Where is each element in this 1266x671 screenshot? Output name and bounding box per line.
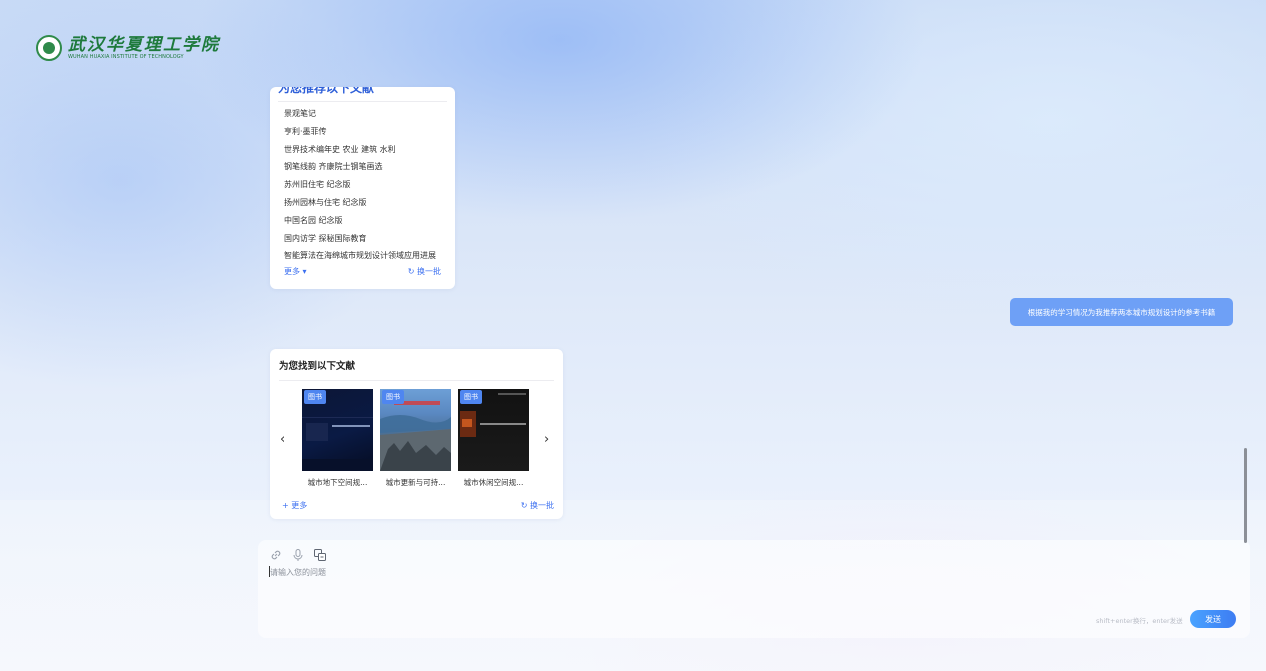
recommend-item[interactable]: 钢笔线韵 齐康院士钢笔画选 bbox=[284, 158, 436, 176]
book-card[interactable]: 图书 城市更新与可持... bbox=[380, 389, 451, 488]
book-title[interactable]: 城市地下空间规... bbox=[302, 477, 373, 488]
school-emblem-icon bbox=[36, 35, 62, 61]
book-title[interactable]: 城市休闲空间规... bbox=[458, 477, 529, 488]
question-input[interactable]: 请输入您的问题 bbox=[270, 567, 326, 578]
more-button[interactable]: + 更多 bbox=[282, 500, 307, 511]
divider bbox=[279, 380, 554, 381]
book-tag: 图书 bbox=[304, 390, 326, 404]
divider bbox=[278, 101, 447, 102]
recommend-list: 景观笔记 亨利·墨菲传 世界技术编年史 农业 建筑 水利 钢笔线韵 齐康院士钢笔… bbox=[284, 105, 436, 265]
book-cover[interactable]: 图书 bbox=[458, 389, 529, 471]
book-tag: 图书 bbox=[460, 390, 482, 404]
chevron-right-icon[interactable]: › bbox=[544, 433, 549, 447]
recommend-item[interactable]: 中国名园 纪念版 bbox=[284, 212, 436, 230]
book-tag: 图书 bbox=[382, 390, 404, 404]
found-card-title: 为您找到以下文献 bbox=[279, 361, 356, 372]
link-icon[interactable] bbox=[269, 548, 283, 562]
book-cover[interactable]: 图书 bbox=[380, 389, 451, 471]
recommend-card-title: 为您推荐以下文献 bbox=[278, 87, 375, 95]
recommend-item[interactable]: 智能算法在海绵城市规划设计领域应用进展 bbox=[284, 247, 436, 265]
school-logo: 武汉华夏理工学院 WUHAN HUAXIA INSTITUTE OF TECHN… bbox=[36, 35, 220, 61]
refresh-button[interactable]: ↻ 换一批 bbox=[408, 266, 441, 277]
keyboard-hint: shift+enter换行，enter发送 bbox=[1096, 617, 1183, 625]
recommend-card: 为您推荐以下文献 景观笔记 亨利·墨菲传 世界技术编年史 农业 建筑 水利 钢笔… bbox=[270, 87, 455, 289]
refresh-button[interactable]: ↻ 换一批 bbox=[521, 500, 554, 511]
recommend-item[interactable]: 苏州旧住宅 纪念版 bbox=[284, 176, 436, 194]
chevron-left-icon[interactable]: ‹ bbox=[280, 433, 285, 447]
recommend-item[interactable]: 景观笔记 bbox=[284, 105, 436, 123]
more-button[interactable]: 更多 ▾ bbox=[284, 266, 307, 277]
recommend-item[interactable]: 亨利·墨菲传 bbox=[284, 123, 436, 141]
recommend-item[interactable]: 国内访学 探秘国际教育 bbox=[284, 230, 436, 248]
found-documents-card: 为您找到以下文献 ‹ › 图书 城市地下空间规... 图书 城市更新与可持... bbox=[270, 349, 563, 519]
school-name-cn: 武汉华夏理工学院 bbox=[68, 34, 220, 55]
microphone-icon[interactable] bbox=[291, 548, 305, 562]
recommend-item[interactable]: 世界技术编年史 农业 建筑 水利 bbox=[284, 141, 436, 159]
user-message-bubble: 根据我的学习情况为我推荐两本城市规划设计的参考书籍 bbox=[1010, 298, 1233, 326]
send-button[interactable]: 发送 bbox=[1190, 610, 1236, 628]
book-card[interactable]: 图书 城市休闲空间规... bbox=[458, 389, 529, 488]
book-card[interactable]: 图书 城市地下空间规... bbox=[302, 389, 373, 488]
scrollbar[interactable] bbox=[1244, 448, 1247, 543]
recommend-item[interactable]: 扬州园林与住宅 纪念版 bbox=[284, 194, 436, 212]
book-title[interactable]: 城市更新与可持... bbox=[380, 477, 451, 488]
translate-icon[interactable] bbox=[313, 548, 327, 562]
school-name-en: WUHAN HUAXIA INSTITUTE OF TECHNOLOGY bbox=[68, 53, 184, 60]
book-cover[interactable]: 图书 bbox=[302, 389, 373, 471]
